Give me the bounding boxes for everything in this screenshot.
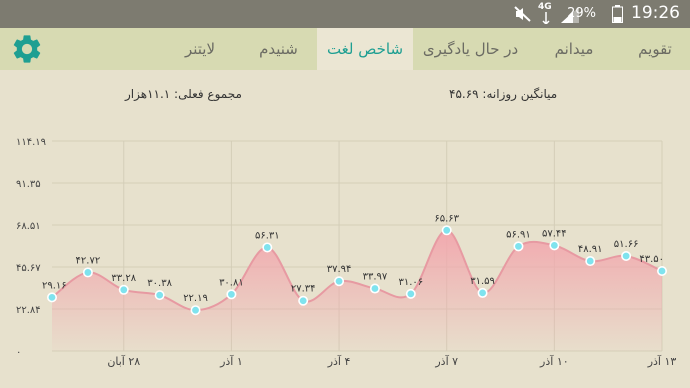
data-label: ۵۶.۳۱ — [255, 230, 280, 241]
data-point — [82, 267, 93, 278]
data-label: ۴۲.۷۲ — [76, 255, 101, 266]
data-point — [477, 287, 488, 298]
battery-icon — [612, 5, 623, 23]
area-fill — [52, 230, 662, 351]
data-label: ۳۰.۸۱ — [219, 277, 244, 288]
data-label: ۵۶.۹۱ — [506, 229, 531, 240]
data-point — [334, 276, 345, 287]
x-tick-label: ۷ آذر — [434, 354, 458, 368]
y-tick-label: ۱۱۴.۱۹ — [16, 137, 46, 148]
data-label: ۴۳.۵۰ — [639, 254, 664, 265]
daily-average: میانگین روزانه: ۴۵.۶۹ — [449, 87, 558, 101]
data-point — [190, 305, 201, 316]
y-tick-label: ۴۵.۶۷ — [16, 263, 41, 274]
data-point — [226, 289, 237, 300]
data-label: ۲۲.۱۹ — [183, 293, 208, 304]
data-point — [441, 225, 452, 236]
tab-bar: تقویم میدانم در حال یادگیری شاخص لغت شنی… — [0, 28, 690, 70]
gear-icon[interactable] — [10, 32, 44, 66]
data-label: ۳۳.۲۸ — [111, 273, 136, 284]
y-tick-label: ۲۲.۸۴ — [16, 305, 41, 316]
data-point — [621, 250, 632, 261]
y-tick-label: ۹۱.۳۵ — [16, 179, 41, 190]
x-tick-label: ۴ آذر — [327, 354, 351, 368]
tab-known[interactable]: میدانم — [528, 28, 620, 70]
tab-learning[interactable]: در حال یادگیری — [413, 28, 528, 70]
x-tick-label: ۱۰ آذر — [539, 354, 569, 368]
data-label: ۲۷.۳۴ — [291, 284, 316, 295]
y-tick-label: ۰ — [16, 347, 21, 358]
data-point — [298, 295, 309, 306]
data-point — [585, 256, 596, 267]
data-label: ۳۰.۳۸ — [147, 278, 172, 289]
data-point — [369, 283, 380, 294]
data-point — [118, 284, 129, 295]
data-label: ۴۸.۹۱ — [578, 244, 603, 255]
data-label: ۲۹.۱۶ — [42, 280, 67, 291]
data-label: ۳۷.۹۴ — [327, 264, 352, 275]
battery-percent: 29% — [567, 6, 596, 21]
data-point — [656, 266, 667, 277]
y-tick-label: ۶۸.۵۱ — [16, 221, 41, 232]
data-point — [262, 242, 273, 253]
data-label: ۶۵.۶۳ — [434, 213, 459, 224]
data-point — [513, 241, 524, 252]
data-point — [549, 240, 560, 251]
mute-icon — [514, 6, 531, 22]
x-tick-label: ۱۳ آذر — [647, 354, 677, 368]
x-tick-label: ۲۸ آبان — [107, 354, 140, 368]
network-type: 4G — [538, 2, 552, 12]
clock: 19:26 — [631, 3, 680, 23]
data-point — [405, 288, 416, 299]
tab-leitner[interactable]: لایتنر — [160, 28, 240, 70]
chart: ۱۱۴.۱۹ ۹۱.۳۵ ۶۸.۵۱ ۴۵.۶۷ ۲۲.۸۴ ۰ ۲۸ آبان ۱ آذر ۴… — [16, 137, 677, 368]
data-label: ۳۱.۰۶ — [398, 277, 423, 288]
data-label: ۳۳.۹۷ — [363, 272, 388, 283]
tab-word-index[interactable]: شاخص لغت — [317, 28, 413, 70]
data-label: ۵۷.۴۴ — [542, 228, 567, 239]
tab-calendar[interactable]: تقویم — [620, 28, 690, 70]
status-bar: 4G 29% 19:26 — [0, 0, 690, 28]
data-label: ۳۱.۵۹ — [470, 276, 495, 287]
data-point — [46, 292, 57, 303]
total-count: مجموع فعلی: ۱۱.۱هزار — [125, 87, 242, 101]
signal-icon — [542, 12, 550, 24]
tab-heard[interactable]: شنیدم — [240, 28, 317, 70]
data-label: ۵۱.۶۶ — [614, 239, 639, 250]
x-tick-label: ۱ آذر — [219, 354, 243, 368]
data-point — [154, 290, 165, 301]
